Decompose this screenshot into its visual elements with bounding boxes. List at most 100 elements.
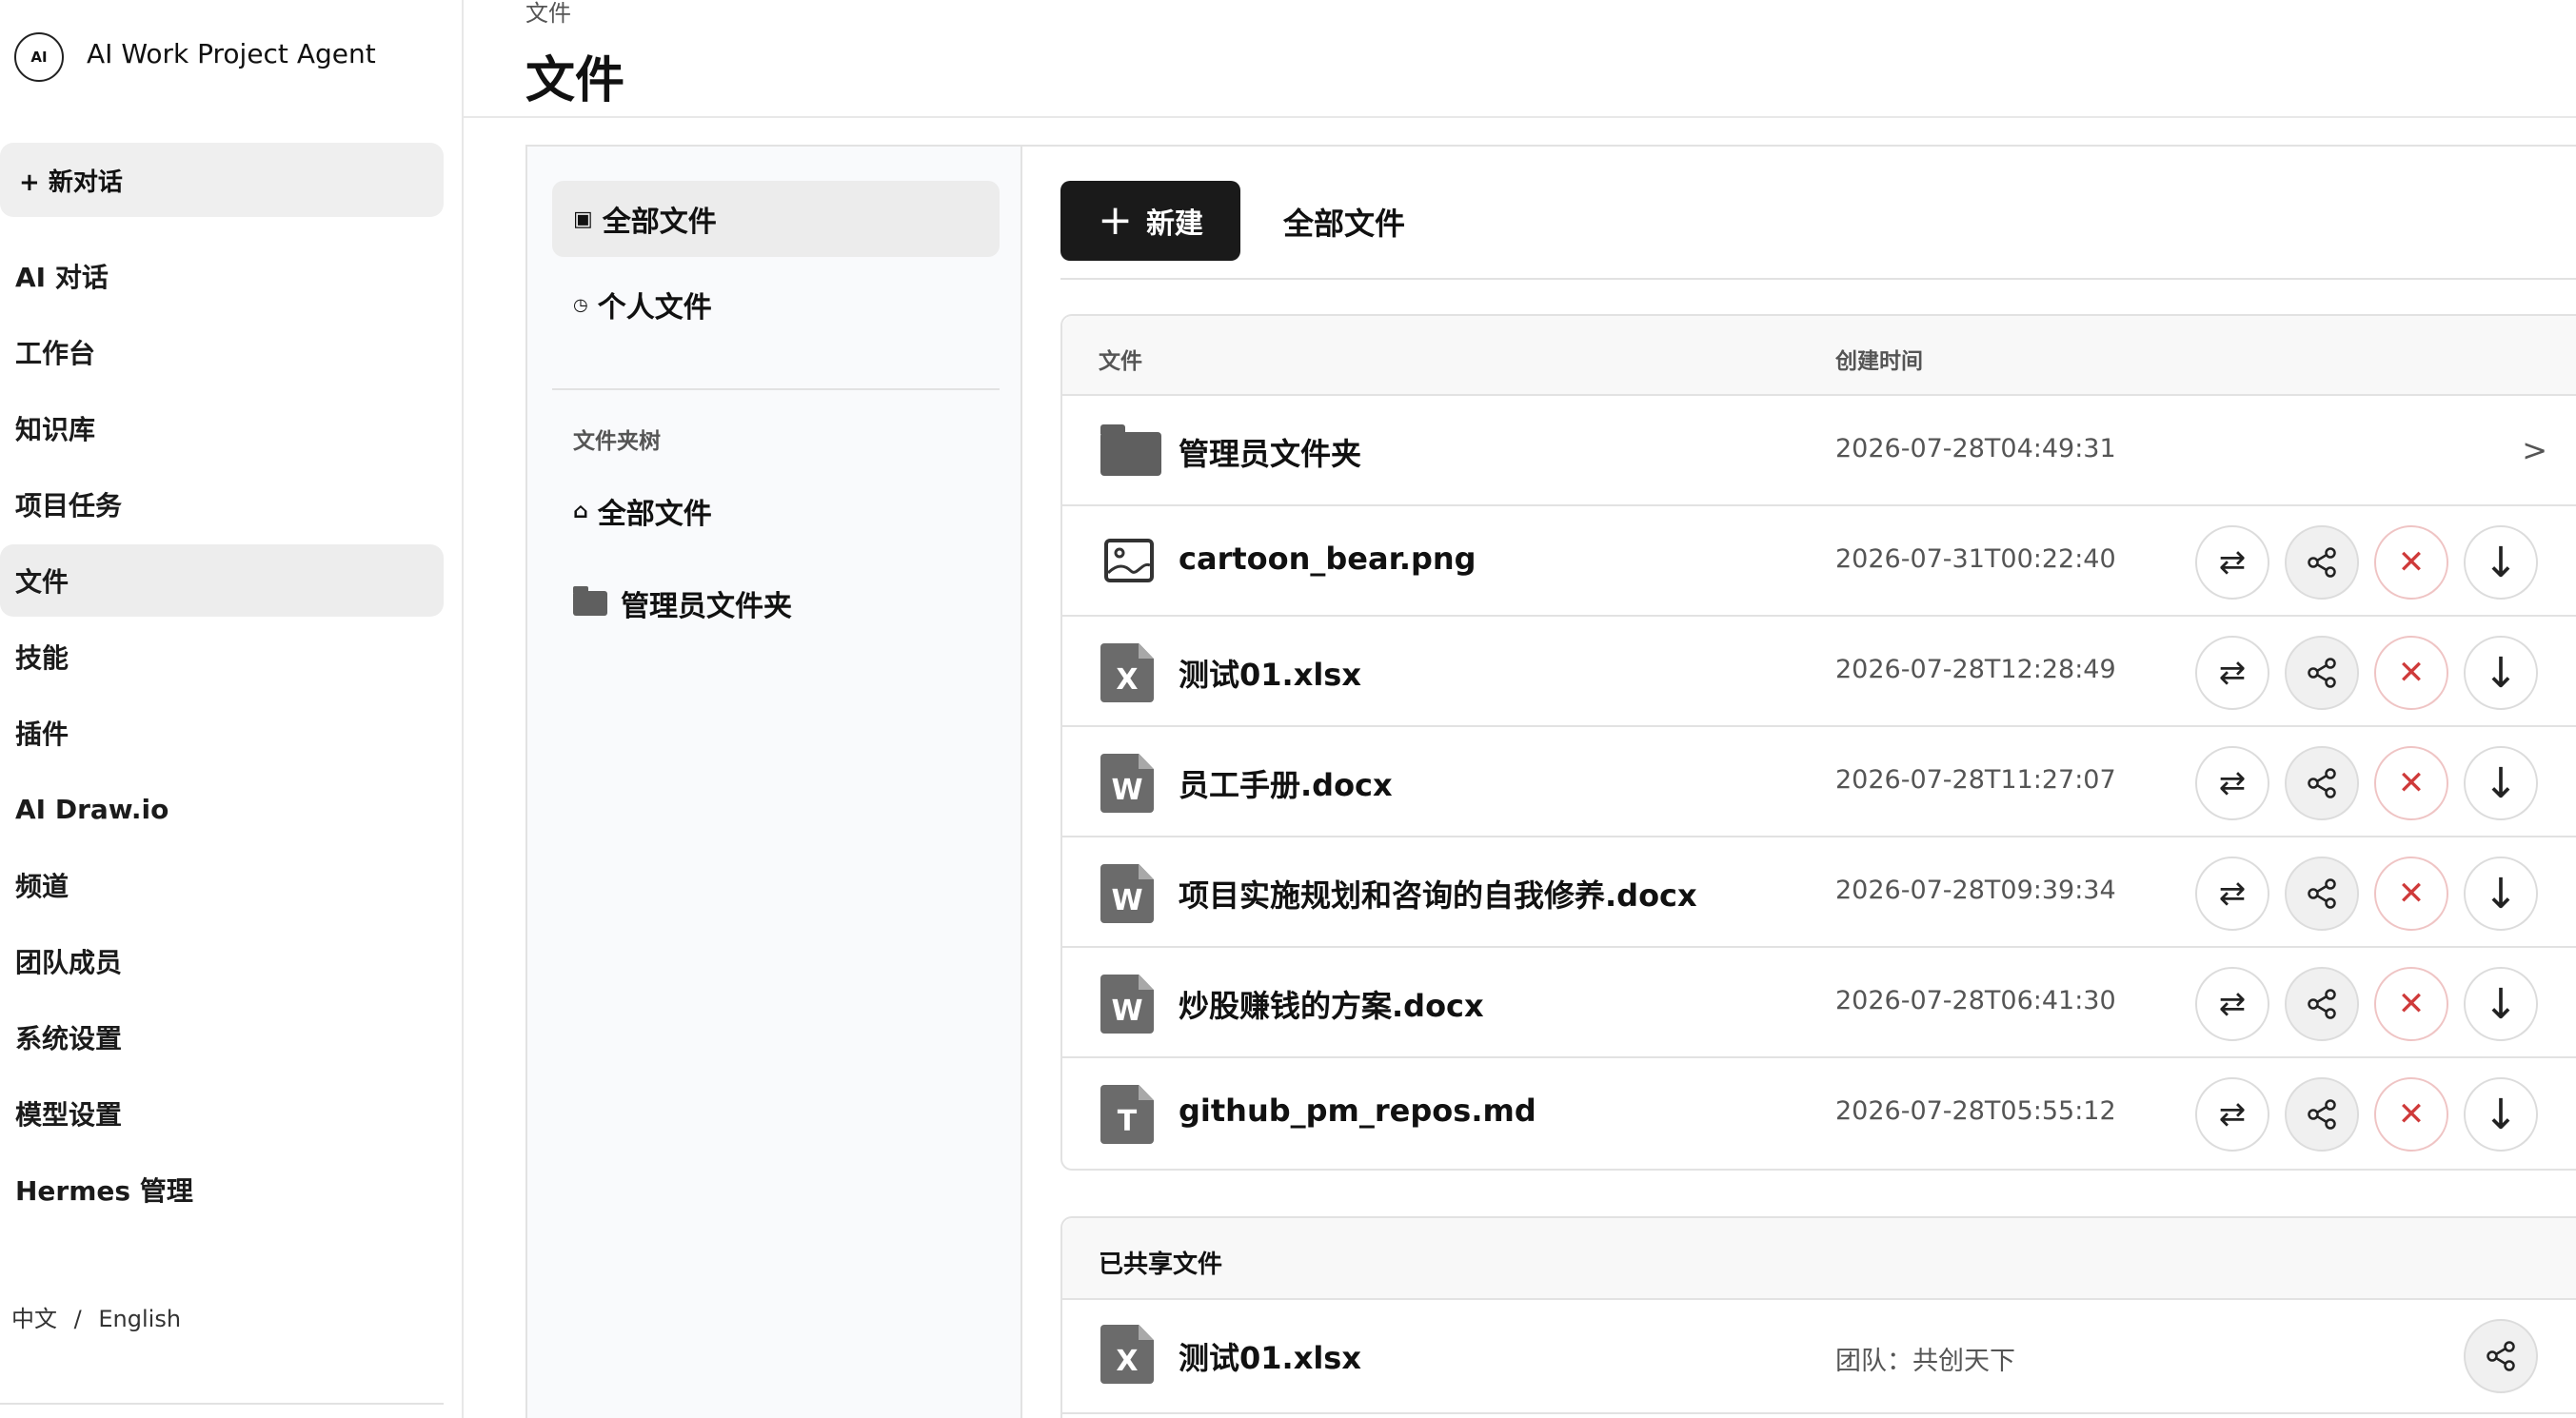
docx-file-icon: W <box>1100 864 1154 923</box>
share-button[interactable] <box>2285 967 2359 1041</box>
tree-item-label: 全部文件 <box>602 206 717 239</box>
share-button[interactable] <box>2285 1077 2359 1152</box>
text-file-icon: T <box>1100 1085 1154 1144</box>
new-button-label: 新建 <box>1145 207 1203 241</box>
sidebar-item-channels[interactable]: 频道 <box>0 849 444 921</box>
sidebar-item-project-tasks[interactable]: 项目任务 <box>0 468 444 541</box>
table-row[interactable]: cartoon_bear.png 2026-07-31T00:22:40 ⇄ ✕… <box>1062 506 2576 617</box>
folder-tree-panel: ▣ 全部文件 ◷ 个人文件 文件夹树 ⌂ 全部文件 管理员文件夹 <box>525 145 1022 1418</box>
delete-button[interactable]: ✕ <box>2374 525 2448 600</box>
share-button[interactable] <box>2285 857 2359 931</box>
app-name: AI Work Project Agent <box>87 38 376 69</box>
delete-button[interactable]: ✕ <box>2374 857 2448 931</box>
new-chat-button[interactable]: + 新对话 <box>0 143 444 217</box>
file-name: 管理员文件夹 <box>1179 436 1362 472</box>
file-created: 2026-07-28T05:55:12 <box>1835 1096 2116 1126</box>
sidebar-item-hermes[interactable]: Hermes 管理 <box>0 1153 444 1226</box>
current-filter-label: 全部文件 <box>1283 206 1406 242</box>
table-row[interactable]: W 项目实施规划和咨询的自我修养.docx 2026-07-28T09:39:3… <box>1062 837 2576 948</box>
sidebar-item-model-settings[interactable]: 模型设置 <box>0 1077 444 1150</box>
sidebar-item-skills[interactable]: 技能 <box>0 620 444 693</box>
shared-files-header: 已共享文件 <box>1062 1218 2576 1300</box>
download-button[interactable]: ↓ <box>2464 967 2538 1041</box>
table-row[interactable]: T github_pm_repos.md 2026-07-28T05:55:12… <box>1062 1058 2576 1169</box>
breadcrumb: 文件 <box>525 0 571 27</box>
delete-button[interactable]: ✕ <box>2374 746 2448 820</box>
move-button[interactable]: ⇄ <box>2195 636 2269 710</box>
column-header-created: 创建时间 <box>1835 349 1923 374</box>
tree-item-all-files[interactable]: ▣ 全部文件 <box>552 181 1000 257</box>
tree-item-label: 全部文件 <box>597 498 712 531</box>
lang-zh[interactable]: 中文 <box>11 1300 57 1333</box>
column-header-name: 文件 <box>1099 349 1142 374</box>
delete-button[interactable]: ✕ <box>2374 636 2448 710</box>
sidebar-item-drawio[interactable]: AI Draw.io <box>0 773 444 845</box>
download-button[interactable]: ↓ <box>2464 857 2538 931</box>
delete-button[interactable]: ✕ <box>2374 967 2448 1041</box>
lang-en[interactable]: English <box>98 1306 181 1332</box>
divider <box>552 388 1000 390</box>
share-icon <box>2308 658 2336 688</box>
file-created: 2026-07-31T00:22:40 <box>1835 544 2116 574</box>
sidebar-item-workbench[interactable]: 工作台 <box>0 316 444 388</box>
table-header: 文件 创建时间 <box>1062 316 2576 396</box>
share-button[interactable] <box>2285 636 2359 710</box>
file-name: github_pm_repos.md <box>1179 1093 1536 1129</box>
download-button[interactable]: ↓ <box>2464 1077 2538 1152</box>
xlsx-file-icon: X <box>1100 1325 1154 1384</box>
share-icon <box>2308 1099 2336 1130</box>
sidebar-item-ai-chat[interactable]: AI 对话 <box>0 240 444 312</box>
tree-folder-all-files[interactable]: ⌂ 全部文件 <box>552 473 1000 549</box>
new-button[interactable]: + 新建 <box>1060 181 1240 261</box>
download-button[interactable]: ↓ <box>2464 525 2538 600</box>
sidebar-item-team[interactable]: 团队成员 <box>0 925 444 997</box>
folder-icon <box>1100 423 1161 482</box>
sidebar-item-plugins[interactable]: 插件 <box>0 697 444 769</box>
sidebar-item-knowledge[interactable]: 知识库 <box>0 392 444 464</box>
folder-tree-label: 文件夹树 <box>573 429 661 454</box>
chevron-right-icon[interactable]: > <box>2522 432 2547 468</box>
delete-button[interactable]: ✕ <box>2374 1077 2448 1152</box>
tree-item-label: 个人文件 <box>597 291 712 325</box>
table-row[interactable]: W 炒股赚钱的方案.docx 2026-07-28T06:41:30 ⇄ ✕ ↓ <box>1062 948 2576 1058</box>
sidebar-item-system-settings[interactable]: 系统设置 <box>0 1001 444 1073</box>
share-button[interactable] <box>2285 525 2359 600</box>
home-icon: ⌂ <box>573 499 588 523</box>
file-name: 员工手册.docx <box>1179 767 1393 803</box>
shared-file-row[interactable]: X 测试01.xlsx 团队：共创天下 <box>1062 1300 2576 1414</box>
share-icon <box>2308 547 2336 578</box>
files-table: 文件 创建时间 管理员文件夹 2026-07-28T04:49:31 > car… <box>1060 314 2576 1171</box>
sidebar-item-files[interactable]: 文件 <box>0 544 444 617</box>
move-button[interactable]: ⇄ <box>2195 1077 2269 1152</box>
file-name: 测试01.xlsx <box>1179 1340 1361 1376</box>
file-name: cartoon_bear.png <box>1179 541 1476 577</box>
download-button[interactable]: ↓ <box>2464 636 2538 710</box>
table-row[interactable]: 管理员文件夹 2026-07-28T04:49:31 > <box>1062 396 2576 506</box>
file-created: 2026-07-28T09:39:34 <box>1835 876 2116 905</box>
clock-icon: ◷ <box>573 294 588 315</box>
file-created: 2026-07-28T04:49:31 <box>1835 434 2116 463</box>
share-icon <box>2487 1341 2515 1371</box>
page-title: 文件 <box>525 52 625 109</box>
divider <box>1060 278 2576 280</box>
share-button[interactable] <box>2464 1319 2538 1393</box>
table-row[interactable]: X 测试01.xlsx 2026-07-28T12:28:49 ⇄ ✕ ↓ <box>1062 617 2576 727</box>
download-button[interactable]: ↓ <box>2464 746 2538 820</box>
tree-folder-admin[interactable]: 管理员文件夹 <box>552 565 1000 641</box>
share-button[interactable] <box>2285 746 2359 820</box>
move-button[interactable]: ⇄ <box>2195 967 2269 1041</box>
lang-separator: / <box>73 1306 82 1332</box>
shared-files-section: 已共享文件 X 测试01.xlsx 团队：共创天下 <box>1060 1216 2576 1418</box>
move-button[interactable]: ⇄ <box>2195 746 2269 820</box>
grid-icon: ▣ <box>573 207 593 231</box>
file-name: 测试01.xlsx <box>1179 657 1361 693</box>
move-button[interactable]: ⇄ <box>2195 525 2269 600</box>
plus-icon: + <box>1098 196 1133 245</box>
move-button[interactable]: ⇄ <box>2195 857 2269 931</box>
table-row[interactable]: W 员工手册.docx 2026-07-28T11:27:07 ⇄ ✕ ↓ <box>1062 727 2576 837</box>
tree-item-personal-files[interactable]: ◷ 个人文件 <box>552 266 1000 343</box>
share-icon <box>2308 989 2336 1019</box>
file-created: 2026-07-28T11:27:07 <box>1835 765 2116 795</box>
share-icon <box>2308 768 2336 798</box>
shared-team: 团队：共创天下 <box>1835 1347 2015 1376</box>
